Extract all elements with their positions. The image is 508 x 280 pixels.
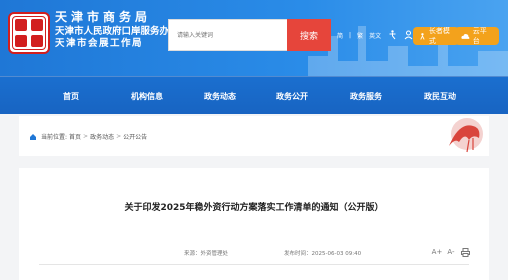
- breadcrumb: 当前位置: 首页 > 政务动态 > 公开公告: [29, 132, 147, 141]
- accessibility-icon[interactable]: [387, 30, 397, 40]
- breadcrumb-prefix: 当前位置:: [41, 134, 68, 141]
- print-icon[interactable]: [459, 246, 471, 258]
- user-icon[interactable]: [403, 30, 413, 40]
- nav-item-interaction[interactable]: 政民互动: [424, 77, 456, 115]
- cloud-platform-button[interactable]: 云平台: [455, 27, 499, 45]
- article-card: 关于印发2025年稳外资行动方案落实工作清单的通知（公开版） 来源：外资管理处 …: [19, 168, 489, 280]
- article-divider: [39, 264, 469, 265]
- breadcrumb-notice[interactable]: 公开公告: [123, 132, 147, 141]
- nav-item-organization[interactable]: 机构信息: [131, 77, 163, 115]
- cloud-icon: [461, 33, 470, 39]
- breadcrumb-separator: >: [116, 133, 122, 140]
- article-source: 来源：外资管理处: [184, 251, 229, 257]
- article-date: 发布时间：2025-06-03 09:40: [284, 251, 362, 257]
- nav-item-services[interactable]: 政务服务: [350, 77, 382, 115]
- search-button[interactable]: 搜索: [287, 19, 331, 51]
- font-increase-button[interactable]: A+: [431, 246, 443, 258]
- breadcrumb-news[interactable]: 政务动态: [90, 132, 114, 141]
- english-link[interactable]: 英文: [369, 31, 381, 40]
- breadcrumb-home[interactable]: 首页: [69, 132, 81, 141]
- nav-item-news[interactable]: 政务动态: [204, 77, 236, 115]
- main-nav: 首页 机构信息 政务动态 政务公开 政务服务 政民互动: [0, 76, 508, 114]
- tools-separator: |: [349, 31, 352, 39]
- simplified-link[interactable]: 简: [337, 31, 343, 40]
- seal-logo[interactable]: [8, 12, 50, 54]
- skyline-decoration: [308, 26, 508, 76]
- nav-item-home[interactable]: 首页: [63, 77, 79, 115]
- decorative-phoenix-icon: [449, 118, 483, 153]
- elder-mode-button[interactable]: 长者模式: [413, 27, 459, 45]
- traditional-link[interactable]: 繁: [357, 31, 363, 40]
- site-header: 天津市商务局 天津市人民政府口岸服务办公室 天津市会展工作局 搜索 简 | 繁 …: [0, 0, 508, 76]
- article-meta: 来源：外资管理处 发布时间：2025-06-03 09:40 A+ A-: [19, 246, 489, 260]
- font-decrease-button[interactable]: A-: [445, 246, 457, 258]
- breadcrumb-card: 当前位置: 首页 > 政务动态 > 公开公告: [19, 116, 489, 156]
- elder-icon: [420, 33, 425, 40]
- article-title: 关于印发2025年稳外资行动方案落实工作清单的通知（公开版）: [124, 203, 384, 213]
- home-icon: [30, 133, 36, 140]
- cloud-platform-label: 云平台: [472, 27, 487, 45]
- breadcrumb-separator: >: [83, 133, 89, 140]
- elder-mode-label: 长者模式: [428, 27, 450, 45]
- nav-item-disclosure[interactable]: 政务公开: [276, 77, 308, 115]
